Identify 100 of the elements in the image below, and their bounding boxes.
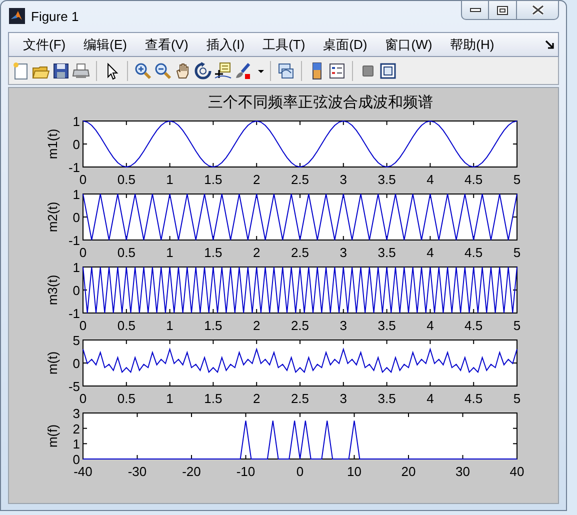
axis-label: m1(t) [45, 128, 60, 160]
app-logo-icon [9, 8, 25, 24]
tick-label: 0 [79, 245, 87, 260]
tick-label: 4.5 [464, 245, 483, 260]
tick-label: 2 [252, 318, 260, 333]
tick-label: -10 [236, 464, 256, 479]
figure-title: 三个不同频率正弦波合成波和频谱 [207, 93, 434, 113]
tick-label: 4.5 [464, 391, 483, 406]
tick-label: 4 [426, 172, 434, 187]
linked-plot-icon[interactable] [277, 62, 295, 80]
tick-label: 0 [79, 391, 87, 406]
tick-label: 0.5 [117, 172, 136, 187]
tick-label: 0 [79, 318, 87, 333]
tick-label: 2.5 [290, 172, 310, 187]
axis-label: m(f) [45, 424, 60, 448]
tick-label: 5 [513, 172, 521, 187]
tick-label: -30 [128, 464, 147, 479]
tick-label: 4.5 [464, 318, 483, 333]
tick-label: 5 [513, 245, 521, 260]
menu-item[interactable]: 文件(F) [15, 34, 74, 54]
tick-label: 1.5 [204, 391, 222, 406]
tick-label: -1 [68, 160, 80, 175]
legend-icon[interactable] [328, 62, 346, 80]
tick-label: 5 [513, 391, 521, 406]
tick-label: -40 [74, 464, 92, 479]
tick-label: 0 [72, 210, 80, 225]
dock-icon[interactable] [545, 40, 554, 49]
tick-label: 2 [72, 421, 80, 436]
tick-label: 2.5 [290, 245, 310, 260]
rotate-icon[interactable] [194, 62, 212, 80]
menu-item[interactable]: 编辑(E) [76, 34, 135, 54]
tick-label: 3 [340, 318, 348, 333]
menu-item[interactable]: 帮助(H) [442, 34, 502, 54]
zoom-in-icon[interactable] [134, 62, 152, 80]
tick-label: -5 [68, 379, 80, 394]
tick-label: 1 [166, 318, 174, 333]
tick-label: 1 [72, 261, 80, 275]
tick-label: 3.5 [378, 172, 396, 187]
tick-label: 0 [72, 356, 80, 371]
tick-label: 0.5 [117, 391, 136, 406]
tick-label: 1 [72, 115, 80, 129]
tick-label: 0 [72, 283, 80, 298]
tick-label: 3 [72, 407, 80, 421]
tick-label: 0 [79, 172, 87, 187]
tick-label: 1.5 [204, 245, 222, 260]
tick-label: 5 [72, 334, 80, 348]
axis-label: m2(t) [45, 202, 60, 232]
axis-label: m3(t) [45, 274, 60, 306]
tick-label: 40 [510, 464, 524, 479]
close-icon [532, 5, 544, 15]
data-cursor-icon[interactable] [214, 62, 232, 80]
brush-icon[interactable] [234, 62, 252, 80]
tick-label: 1.5 [204, 318, 222, 333]
tick-label: 1 [166, 172, 174, 187]
tick-label: 1 [166, 245, 174, 260]
minimize-button[interactable] [461, 0, 489, 20]
menu-item[interactable]: 窗口(W) [377, 34, 440, 54]
tick-label: 2 [252, 391, 260, 406]
axis-label: m(t) [45, 351, 60, 375]
tick-label: 10 [347, 464, 362, 479]
tick-label: 2 [252, 172, 260, 187]
tick-label: 0 [72, 452, 80, 467]
tick-label: -1 [68, 233, 80, 248]
tick-label: 1 [166, 391, 174, 406]
tick-label: 3 [340, 245, 348, 260]
print-icon[interactable] [72, 62, 90, 80]
menu-item[interactable]: 查看(V) [136, 34, 196, 54]
tick-label: 1 [72, 436, 80, 452]
zoom-out-icon[interactable] [154, 62, 172, 80]
menu-item[interactable]: 插入(I) [198, 34, 253, 54]
new-file-icon[interactable] [12, 62, 30, 80]
menu-item[interactable]: 工具(T) [254, 34, 314, 54]
tick-label: 5 [513, 318, 521, 333]
tick-label: 0 [296, 464, 304, 479]
tick-label: 3.5 [378, 391, 396, 406]
tick-label: 4 [426, 391, 434, 406]
tick-label: 1 [72, 188, 80, 202]
tick-label: 4 [426, 318, 434, 333]
restore-icon [497, 6, 508, 14]
tick-label: 30 [456, 464, 470, 479]
tick-label: 0.5 [117, 245, 136, 260]
tick-label: 0.5 [117, 318, 136, 333]
tick-label: -1 [68, 306, 80, 321]
tick-label: 3 [340, 172, 348, 187]
save-icon[interactable] [52, 62, 70, 80]
tick-label: 3.5 [378, 245, 396, 260]
tick-label: -20 [182, 464, 201, 479]
window-panel-icon[interactable] [379, 62, 397, 80]
tick-label: 3.5 [378, 318, 396, 333]
tick-label: 2.5 [290, 318, 310, 333]
tick-label: 4 [426, 245, 434, 260]
tick-label: 2.5 [290, 391, 310, 406]
tick-label: 0 [72, 137, 80, 152]
menu-item[interactable]: 桌面(D) [315, 34, 376, 54]
maximize-button[interactable] [489, 0, 516, 20]
tick-label: 2 [252, 245, 260, 260]
close-button[interactable] [516, 0, 559, 20]
tick-label: 4.5 [464, 172, 483, 187]
tick-label: 1.5 [204, 172, 222, 187]
minimize-icon [470, 8, 480, 12]
